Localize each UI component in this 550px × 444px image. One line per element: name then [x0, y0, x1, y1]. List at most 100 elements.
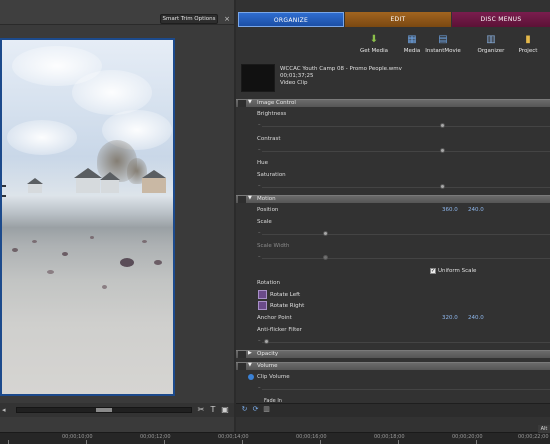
rotation-label: Rotation: [257, 280, 281, 286]
marker-icon[interactable]: ◂: [2, 406, 10, 414]
volume-keyframe-icon[interactable]: [248, 374, 254, 380]
project-icon: ▮: [525, 34, 531, 45]
alt-label: Alt: [538, 425, 550, 433]
tab-organize[interactable]: ORGANIZE: [238, 12, 344, 27]
tab-edit[interactable]: EDIT: [345, 12, 451, 27]
house-roof: [142, 170, 166, 178]
section-toggle-button[interactable]: [238, 196, 246, 203]
close-icon[interactable]: ×: [222, 14, 232, 24]
road-edge-mark: [2, 195, 6, 197]
timeline-ruler[interactable]: 00;00;10;00 00;00;12;00 00;00;14;00 00;0…: [0, 432, 550, 444]
house-shape: [142, 178, 166, 193]
scale-label: Scale: [257, 219, 272, 225]
uniform-scale-checkbox[interactable]: ✓: [430, 268, 436, 274]
rotate-left-icon[interactable]: [258, 290, 267, 299]
pebble: [90, 236, 94, 239]
anti-flicker-slider-knob[interactable]: [264, 339, 269, 344]
rotate-right-button[interactable]: Rotate Right: [270, 303, 304, 309]
expand-arrow-icon[interactable]: ▼: [248, 362, 252, 368]
section-toggle-button[interactable]: [238, 351, 246, 358]
slider-min-mark: –: [258, 230, 261, 236]
organizer-button[interactable]: ▥ Organizer: [474, 34, 508, 56]
instantmovie-icon: ▤: [438, 34, 448, 45]
refresh-icon[interactable]: ↻: [240, 405, 249, 414]
section-opacity[interactable]: ▶ Opacity: [236, 350, 550, 358]
get-media-button[interactable]: ⬇ Get Media: [357, 34, 391, 56]
ruler-tick: [320, 440, 321, 444]
add-text-icon[interactable]: T: [208, 405, 218, 415]
contrast-slider[interactable]: [262, 151, 550, 152]
pebble: [142, 240, 147, 243]
expand-arrow-icon[interactable]: ▼: [248, 99, 252, 105]
split-clip-icon[interactable]: ✂: [196, 405, 206, 415]
video-preview[interactable]: [0, 38, 175, 396]
anti-flicker-slider[interactable]: [262, 342, 550, 343]
ruler-tick-label: 00;00;14;00: [218, 434, 249, 440]
scale-slider-knob[interactable]: [323, 231, 328, 236]
ruler-tick-label: 00;00;22;00: [518, 434, 549, 440]
saturation-slider[interactable]: [262, 187, 550, 188]
pebble: [120, 258, 134, 267]
house-shape: [101, 180, 119, 193]
trash-icon[interactable]: ▥: [262, 405, 271, 414]
section-toggle-button[interactable]: [238, 100, 246, 107]
ruler-tick-label: 00;00;12;00: [140, 434, 171, 440]
ruler-tick-label: 00;00;20;00: [452, 434, 483, 440]
media-icon: ▦: [407, 34, 417, 45]
section-title: Volume: [257, 363, 278, 369]
cloud-shape: [7, 120, 77, 155]
brightness-slider[interactable]: [262, 126, 550, 127]
freeze-frame-icon[interactable]: ▣: [220, 405, 230, 415]
pebble: [154, 260, 162, 265]
house-shape: [76, 178, 100, 193]
position-x-value[interactable]: 360.0: [442, 207, 458, 213]
project-button[interactable]: ▮ Project: [511, 34, 545, 56]
section-toggle-button[interactable]: [238, 363, 246, 370]
saturation-slider-knob[interactable]: [440, 184, 445, 189]
scale-slider[interactable]: [262, 234, 550, 235]
ruler-tick-label: 00;00;10;00: [62, 434, 93, 440]
slider-min-mark: –: [258, 122, 261, 128]
ruler-tick: [398, 440, 399, 444]
ruler-tick-label: 00;00;18;00: [374, 434, 405, 440]
smart-trim-options-button[interactable]: Smart Trim Options: [160, 14, 218, 24]
contrast-slider-knob[interactable]: [440, 148, 445, 153]
slider-min-mark: –: [258, 147, 261, 153]
position-label: Position: [257, 207, 279, 213]
rotate-right-icon[interactable]: [258, 301, 267, 310]
clip-type: Video Clip: [280, 80, 308, 86]
tab-disc-menus[interactable]: DISC MENUS: [452, 12, 550, 27]
ruler-tick: [242, 440, 243, 444]
scrub-thumb[interactable]: [96, 408, 112, 412]
clip-info: WCCAC Youth Camp 08 - Promo People.wmv 0…: [280, 66, 402, 87]
expand-arrow-icon[interactable]: ▼: [248, 195, 252, 201]
clip-thumbnail: [241, 64, 275, 92]
clip-volume-slider[interactable]: [262, 389, 550, 390]
scale-width-slider: [262, 258, 550, 259]
anchor-y-value[interactable]: 240.0: [468, 315, 484, 321]
slider-min-mark: –: [258, 385, 261, 391]
slider-min-mark: –: [258, 183, 261, 189]
organizer-label: Organizer: [477, 48, 505, 54]
instantmovie-button[interactable]: ▤ InstantMovie: [421, 34, 465, 56]
section-image-control[interactable]: ▼ Image Control: [236, 99, 550, 107]
link-icon[interactable]: ⟳: [251, 405, 260, 414]
organizer-icon: ▥: [486, 34, 496, 45]
anchor-x-value[interactable]: 320.0: [442, 315, 458, 321]
section-volume[interactable]: ▼ Volume: [236, 362, 550, 370]
ruler-tick: [164, 440, 165, 444]
pebble: [47, 270, 54, 274]
contrast-label: Contrast: [257, 136, 281, 142]
section-title: Image Control: [257, 100, 296, 106]
collapse-arrow-icon[interactable]: ▶: [248, 350, 252, 356]
clip-name: WCCAC Youth Camp 08 - Promo People.wmv: [280, 66, 402, 72]
house-roof: [74, 168, 102, 178]
pebble: [32, 240, 37, 243]
cloud-shape: [72, 70, 152, 115]
rotate-left-button[interactable]: Rotate Left: [270, 292, 300, 298]
position-y-value[interactable]: 240.0: [468, 207, 484, 213]
section-motion[interactable]: ▼ Motion: [236, 195, 550, 203]
brightness-slider-knob[interactable]: [440, 123, 445, 128]
slider-min-mark: –: [258, 254, 261, 260]
pebble: [62, 252, 68, 256]
